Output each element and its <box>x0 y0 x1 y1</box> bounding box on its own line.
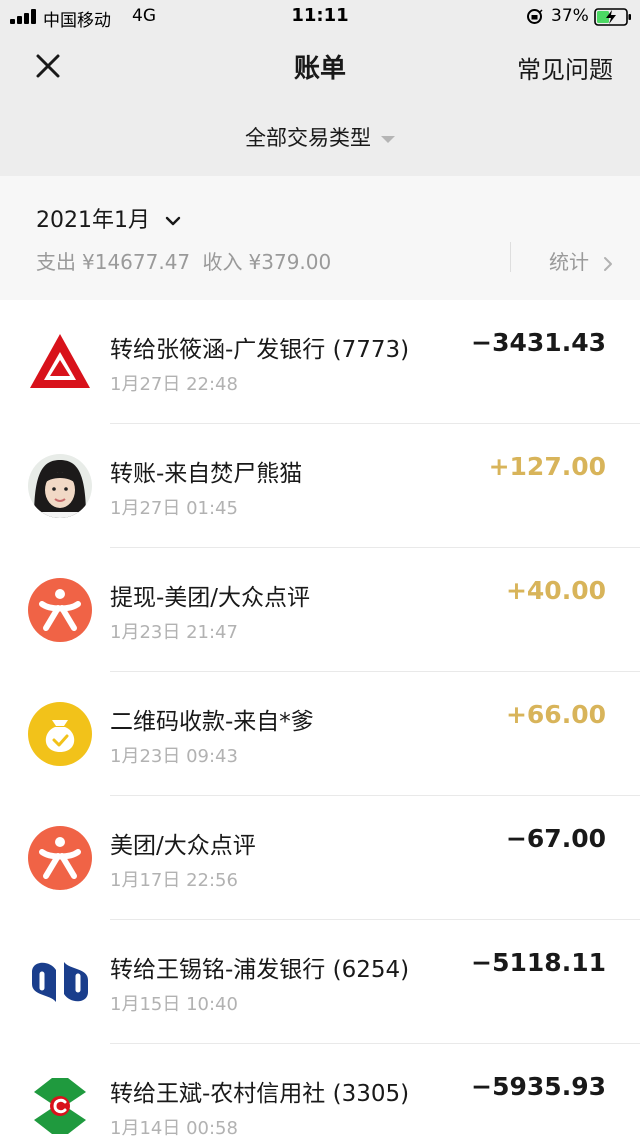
spdb-bank-icon <box>32 962 88 1002</box>
transaction-title: 提现-美团/大众点评 <box>110 585 311 611</box>
transaction-time: 1月23日 09:43 <box>110 746 238 767</box>
expense-label: 支出 <box>36 250 76 274</box>
transaction-amount: −5118.11 <box>471 948 606 977</box>
user-avatar <box>28 454 92 518</box>
transaction-title: 转给王斌-农村信用社 (3305) <box>110 1081 410 1107</box>
caret-down-icon <box>381 135 395 143</box>
transaction-row[interactable]: 转给王锡铭-浦发银行 (6254) 1月15日 10:40 −5118.11 <box>0 920 640 1044</box>
transaction-title: 二维码收款-来自*爹 <box>110 709 314 735</box>
status-bar: 中国移动 4G 11:11 37% <box>0 0 640 34</box>
cgb-bank-icon <box>30 334 90 388</box>
expense-income-summary: 支出 ¥14677.47 收入 ¥379.00 <box>36 246 337 275</box>
transaction-amount: −3431.43 <box>471 328 606 357</box>
filter-bar: 全部交易类型 <box>0 98 640 176</box>
divider <box>510 242 511 272</box>
transaction-row[interactable]: 二维码收款-来自*爹 1月23日 09:43 +66.00 <box>0 672 640 796</box>
month-label: 2021年1月 <box>36 208 150 233</box>
income-total: ¥379.00 <box>248 250 332 274</box>
statistics-link[interactable]: 统计 <box>549 246 613 275</box>
transaction-title: 转给张筱涵-广发银行 (7773) <box>110 337 410 363</box>
month-picker[interactable]: 2021年1月 <box>36 202 181 234</box>
statistics-label: 统计 <box>549 250 589 274</box>
transaction-time: 1月15日 10:40 <box>110 994 238 1015</box>
transaction-title: 转给王锡铭-浦发银行 (6254) <box>110 957 410 983</box>
battery-charging-icon <box>594 8 631 26</box>
transaction-time: 1月14日 00:58 <box>110 1118 238 1138</box>
transaction-time: 1月27日 01:45 <box>110 498 238 519</box>
transaction-row[interactable]: 转账-来自焚尸熊猫 1月27日 01:45 +127.00 <box>0 424 640 548</box>
transaction-row[interactable]: 转给王斌-农村信用社 (3305) 1月14日 00:58 −5935.93 <box>0 1044 640 1138</box>
transaction-amount: +127.00 <box>488 452 606 481</box>
battery-percent: 37% <box>551 6 589 26</box>
status-clock: 11:11 <box>291 5 349 26</box>
faq-link[interactable]: 常见问题 <box>517 50 613 85</box>
meituan-dianping-icon <box>28 826 92 890</box>
meituan-dianping-icon <box>28 578 92 642</box>
qr-payment-money-bag-icon <box>28 702 92 766</box>
orientation-lock-icon <box>527 9 543 24</box>
chevron-down-icon <box>165 216 181 226</box>
transaction-time: 1月23日 21:47 <box>110 622 238 643</box>
month-summary: 2021年1月 支出 ¥14677.47 收入 ¥379.00 统计 <box>0 176 640 300</box>
rural-credit-union-icon <box>34 1078 86 1134</box>
transaction-amount: −5935.93 <box>471 1072 606 1101</box>
expense-total: ¥14677.47 <box>82 250 191 274</box>
transaction-time: 1月27日 22:48 <box>110 374 238 395</box>
transaction-type-filter[interactable]: 全部交易类型 <box>0 122 640 152</box>
transaction-row[interactable]: 转给张筱涵-广发银行 (7773) 1月27日 22:48 −3431.43 <box>0 300 640 424</box>
transaction-amount: −67.00 <box>505 824 606 853</box>
transaction-row[interactable]: 美团/大众点评 1月17日 22:56 −67.00 <box>0 796 640 920</box>
transaction-time: 1月17日 22:56 <box>110 870 238 891</box>
income-label: 收入 <box>202 250 243 274</box>
close-icon[interactable] <box>30 48 66 84</box>
filter-label: 全部交易类型 <box>245 126 371 150</box>
transaction-title: 美团/大众点评 <box>110 833 256 859</box>
chevron-right-icon <box>604 256 613 271</box>
navigation-bar: 账单 常见问题 <box>0 34 640 98</box>
transaction-row[interactable]: 提现-美团/大众点评 1月23日 21:47 +40.00 <box>0 548 640 672</box>
transaction-list: 转给张筱涵-广发银行 (7773) 1月27日 22:48 −3431.43 转… <box>0 300 640 1138</box>
transaction-title: 转账-来自焚尸熊猫 <box>110 461 303 487</box>
transaction-amount: +40.00 <box>505 576 606 605</box>
transaction-amount: +66.00 <box>505 700 606 729</box>
